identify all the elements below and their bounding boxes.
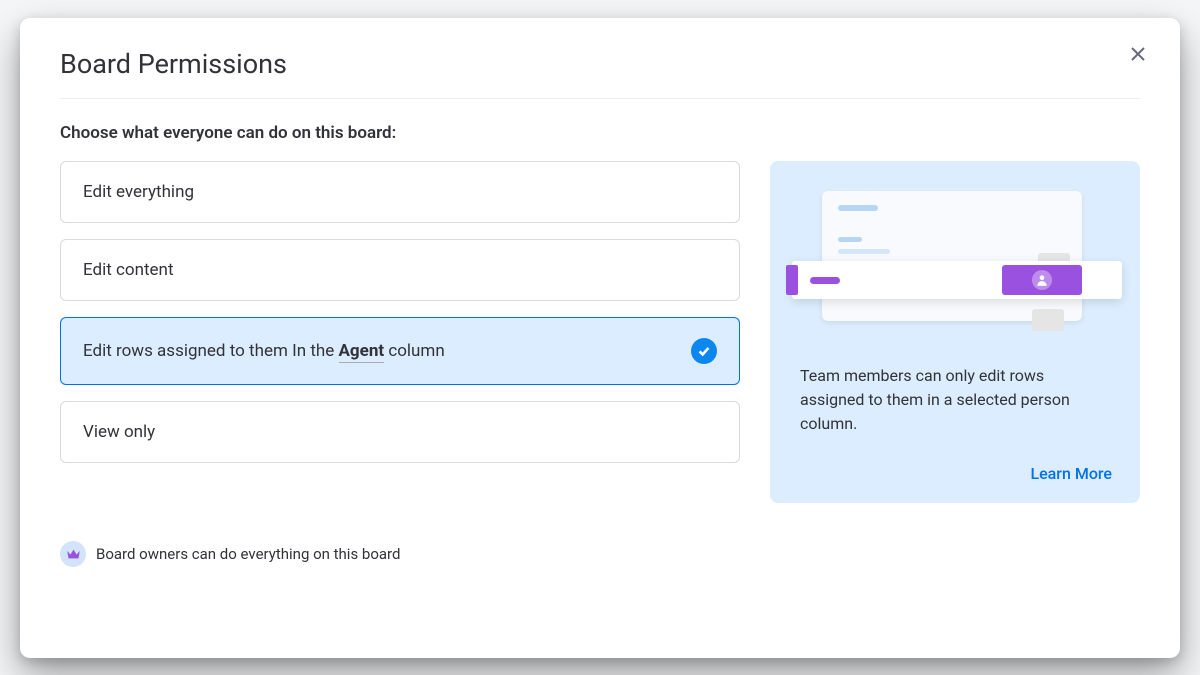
- divider: [60, 98, 1140, 99]
- info-card: Team members can only edit rows assigned…: [770, 161, 1140, 503]
- permission-options: Edit everything Edit content Edit rows a…: [60, 161, 740, 463]
- selected-check-icon: [691, 338, 717, 364]
- option-edit-content[interactable]: Edit content: [60, 239, 740, 301]
- content-row: Edit everything Edit content Edit rows a…: [60, 161, 1140, 503]
- option-edit-everything[interactable]: Edit everything: [60, 161, 740, 223]
- option-text-prefix: Edit rows assigned to them In the: [83, 341, 339, 361]
- section-subtitle: Choose what everyone can do on this boar…: [60, 123, 1140, 143]
- option-edit-rows-assigned[interactable]: Edit rows assigned to them In the Agent …: [60, 317, 740, 385]
- modal-title: Board Permissions: [60, 48, 1140, 80]
- learn-more-link[interactable]: Learn More: [1030, 464, 1118, 483]
- board-permissions-modal: Board Permissions Choose what everyone c…: [20, 18, 1180, 658]
- option-label: Edit everything: [83, 182, 194, 202]
- footer-note-text: Board owners can do everything on this b…: [96, 545, 400, 563]
- option-text-suffix: column: [384, 341, 445, 361]
- option-label: Edit content: [83, 260, 174, 280]
- selected-column-name[interactable]: Agent: [339, 341, 385, 363]
- footer-note: Board owners can do everything on this b…: [60, 541, 1140, 567]
- info-description: Team members can only edit rows assigned…: [792, 364, 1118, 436]
- option-view-only[interactable]: View only: [60, 401, 740, 463]
- close-button[interactable]: [1124, 40, 1152, 68]
- crown-icon: [60, 541, 86, 567]
- person-icon: [1032, 270, 1052, 290]
- permission-illustration: [792, 181, 1118, 346]
- close-icon: [1130, 46, 1146, 62]
- option-label: Edit rows assigned to them In the Agent …: [83, 341, 445, 361]
- option-label: View only: [83, 422, 155, 442]
